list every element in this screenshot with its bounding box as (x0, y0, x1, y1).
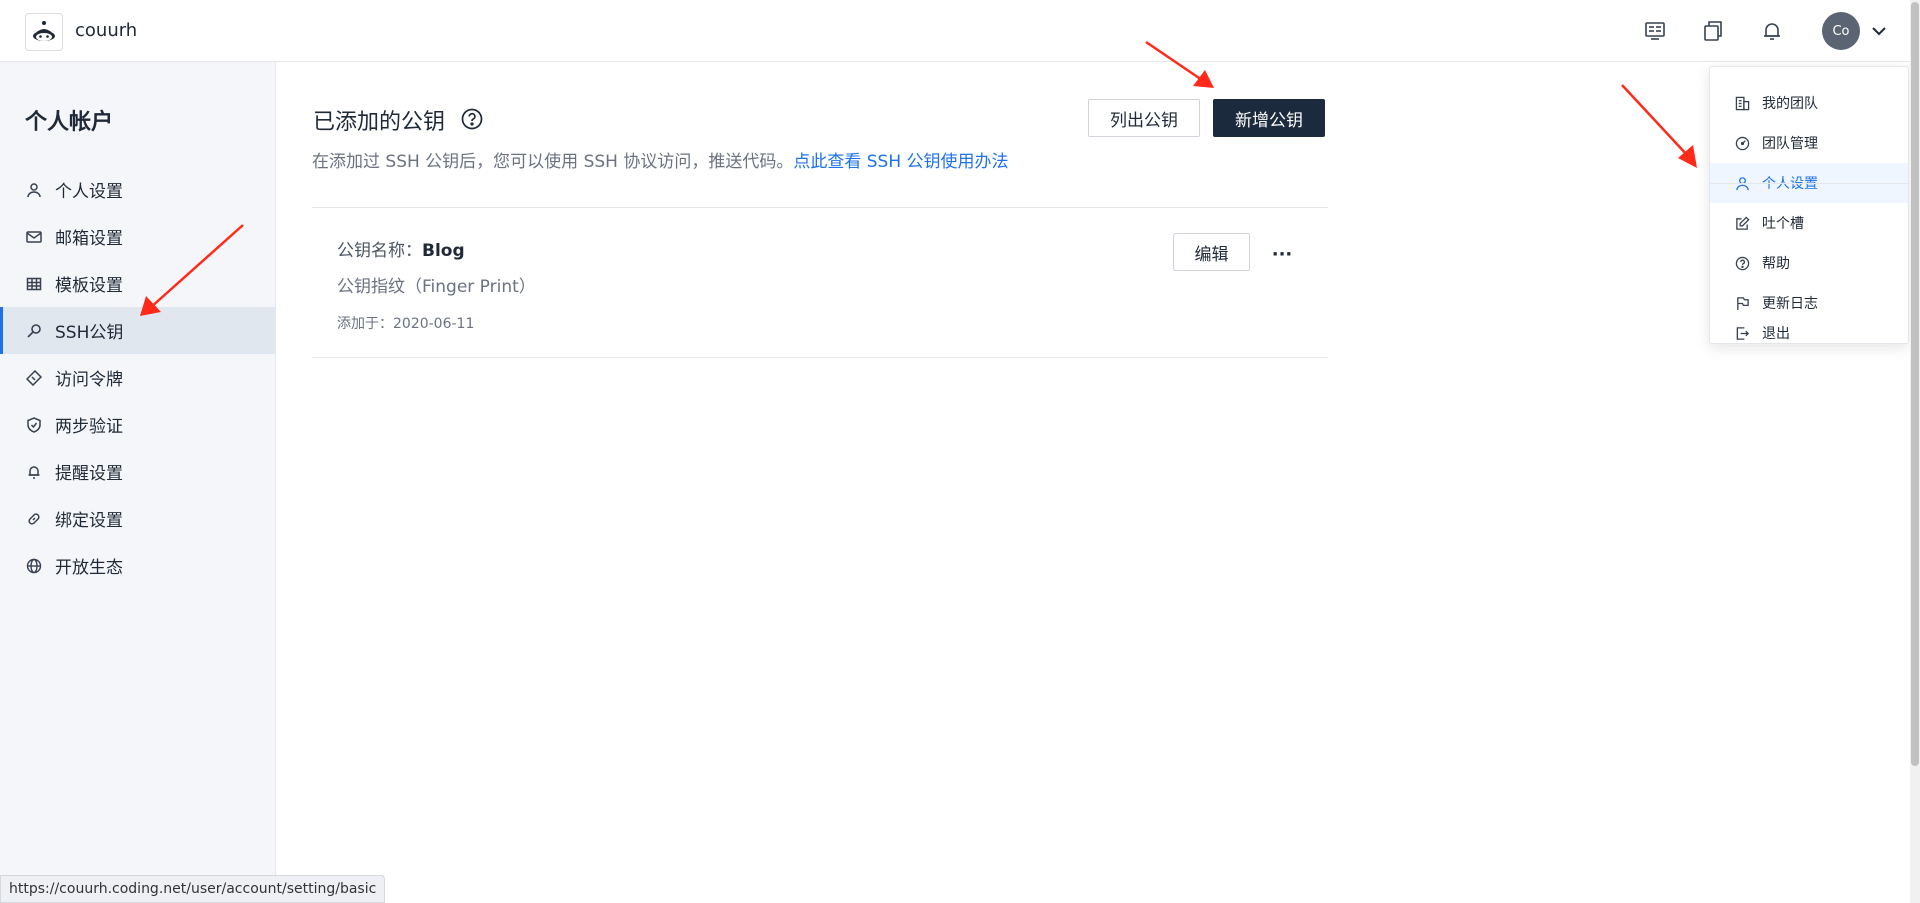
key-name-label: 公钥名称： (337, 241, 422, 261)
logout-icon (1734, 325, 1750, 341)
annotation-arrows (140, 40, 1697, 316)
sidebar-item-label: 模板设置 (55, 276, 123, 296)
flag-icon (1734, 295, 1750, 311)
project-board-icon[interactable] (1642, 18, 1668, 44)
copy-window-icon[interactable] (1700, 18, 1726, 44)
ssh-usage-link[interactable]: 点此查看 SSH 公钥使用办法 (793, 152, 1008, 172)
menu-item-label: 我的团队 (1762, 96, 1818, 112)
annotation-arrow (1621, 84, 1697, 168)
page-description: 在添加过 SSH 公钥后，您可以使用 SSH 协议访问，推送代码。点此查看 SS… (312, 147, 1009, 172)
menu-item-label: 帮助 (1762, 256, 1790, 272)
top-header: couurh Co (0, 0, 1910, 62)
bell-icon[interactable] (1759, 18, 1785, 44)
sidebar-item-open-ecosystem[interactable]: 开放生态 (0, 542, 276, 589)
menu-item-help[interactable]: 帮助 (1710, 243, 1908, 283)
user-icon (25, 181, 43, 199)
team-logo[interactable] (25, 13, 63, 51)
more-options-icon[interactable]: ··· (1268, 240, 1296, 268)
edit-key-button[interactable]: 编辑 (1173, 233, 1250, 271)
edit-icon (1734, 215, 1750, 231)
menu-divider (1710, 183, 1908, 184)
sidebar-item-label: 提醒设置 (55, 464, 123, 484)
sidebar-item-label: 邮箱设置 (55, 229, 123, 249)
key-fingerprint: 公钥指纹（Finger Print） (337, 277, 536, 297)
key-name-value: Blog (422, 241, 465, 261)
bell-icon (25, 463, 43, 481)
grid-icon (25, 275, 43, 293)
sidebar-item-label: 开放生态 (55, 558, 123, 578)
sidebar-item-label: 两步验证 (55, 417, 123, 437)
sidebar-item-template-settings[interactable]: 模板设置 (0, 260, 276, 307)
help-icon (1734, 255, 1750, 271)
status-bar-url: https://couurh.coding.net/user/account/s… (0, 875, 386, 903)
menu-item-logout[interactable]: 退出 (1710, 323, 1908, 343)
list-keys-button[interactable]: 列出公钥 (1088, 99, 1200, 137)
key-added-date: 添加于：2020-06-11 (337, 316, 475, 332)
team-name[interactable]: couurh (75, 20, 137, 41)
avatar[interactable]: Co (1822, 12, 1860, 50)
description-text: 在添加过 SSH 公钥后，您可以使用 SSH 协议访问，推送代码。 (312, 152, 794, 172)
sidebar-item-personal-settings[interactable]: 个人设置 (0, 166, 276, 213)
ticket-icon (25, 369, 43, 387)
sidebar-item-label: 访问令牌 (55, 370, 123, 390)
sidebar-item-label: 绑定设置 (55, 511, 123, 531)
sidebar-title: 个人帐户 (25, 110, 114, 135)
divider (312, 207, 1328, 208)
page-title: 已添加的公钥 (313, 110, 446, 135)
coding-logo-icon (33, 21, 55, 41)
menu-item-label: 吐个槽 (1762, 216, 1804, 232)
sidebar-item-access-tokens[interactable]: 访问令牌 (0, 354, 276, 401)
menu-item-team-management[interactable]: 团队管理 (1710, 123, 1908, 163)
mail-icon (25, 228, 43, 246)
sidebar: 个人帐户 个人设置 邮箱设置 模板设置 SSH公钥 访问令牌 两步验证 提醒设置… (0, 62, 276, 903)
menu-item-label: 更新日志 (1762, 296, 1818, 312)
help-icon[interactable] (460, 107, 484, 131)
sidebar-item-binding-settings[interactable]: 绑定设置 (0, 495, 276, 542)
sidebar-item-email-settings[interactable]: 邮箱设置 (0, 213, 276, 260)
menu-item-label: 团队管理 (1762, 136, 1818, 152)
menu-item-label: 退出 (1762, 326, 1790, 342)
add-key-button[interactable]: 新增公钥 (1213, 99, 1325, 137)
dashboard-icon (1734, 135, 1750, 151)
sidebar-item-two-factor[interactable]: 两步验证 (0, 401, 276, 448)
menu-item-changelog[interactable]: 更新日志 (1710, 283, 1908, 323)
link-icon (25, 510, 43, 528)
sidebar-item-label: SSH公钥 (55, 323, 124, 343)
building-icon (1734, 95, 1750, 111)
more-options-label: ··· (1271, 243, 1293, 265)
sidebar-item-ssh-keys[interactable]: SSH公钥 (0, 307, 276, 354)
chevron-down-icon[interactable] (1868, 20, 1890, 42)
sidebar-item-notification-settings[interactable]: 提醒设置 (0, 448, 276, 495)
menu-item-my-teams[interactable]: 我的团队 (1710, 83, 1908, 123)
scrollbar-thumb[interactable] (1911, 2, 1919, 766)
shield-icon (25, 416, 43, 434)
menu-item-feedback[interactable]: 吐个槽 (1710, 203, 1908, 243)
user-dropdown-menu: 我的团队 团队管理 个人设置 吐个槽 帮助 更新日志 退出 (1709, 66, 1909, 344)
key-icon (25, 322, 43, 340)
sidebar-item-label: 个人设置 (55, 182, 123, 202)
globe-icon (25, 557, 43, 575)
divider (312, 357, 1328, 358)
key-name: 公钥名称：Blog (337, 236, 465, 261)
